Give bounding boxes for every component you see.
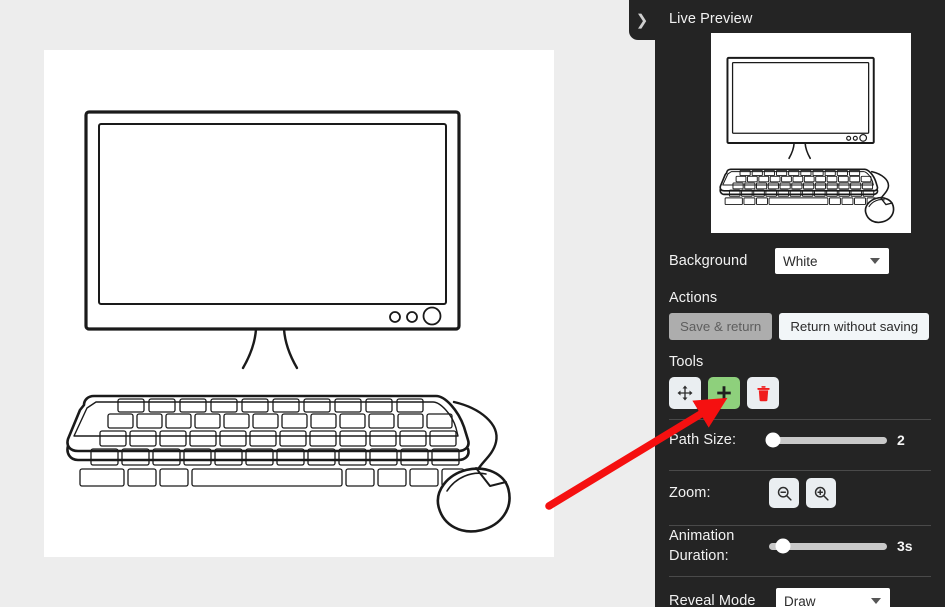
tools-heading: Tools [669,354,704,370]
chevron-right-icon: ❯ [635,12,649,29]
tools-buttons [669,377,931,409]
divider [669,576,931,577]
move-tool-button[interactable] [669,377,701,409]
animation-duration-label-line1: Animation [669,528,735,544]
magnifier-plus-icon [814,486,829,501]
reveal-mode-label: Reveal Mode [669,593,756,607]
zoom-buttons [769,478,836,508]
chevron-down-icon [870,258,880,264]
path-size-slider[interactable] [765,432,887,448]
live-preview-thumbnail [711,33,911,233]
reveal-mode-select-value: Draw [784,593,816,607]
zoom-row: Zoom: [669,471,931,515]
delete-tool-button[interactable] [747,377,779,409]
reveal-mode-row: Reveal Mode Draw [669,588,931,607]
zoom-in-button[interactable] [806,478,836,508]
path-size-label: Path Size: [669,431,737,448]
animation-duration-slider-thumb[interactable] [775,538,791,554]
trash-icon [756,385,770,401]
sidebar-collapse-toggle[interactable]: ❯ [629,0,655,40]
plus-icon [717,386,731,400]
path-size-row: Path Size: 2 [669,420,931,460]
reveal-mode-select[interactable]: Draw [776,588,890,607]
return-without-saving-button[interactable]: Return without saving [779,313,930,340]
move-arrows-icon [677,385,693,401]
path-size-value: 2 [897,432,905,448]
animation-duration-row: Animation Duration: 3s [669,526,931,566]
drawing-canvas[interactable] [44,50,554,557]
animation-duration-value: 3s [897,538,913,554]
background-select-value: White [783,253,818,269]
actions-buttons: Save & return Return without saving [669,313,931,340]
canvas-area [0,0,655,607]
background-row: Background White [669,246,931,276]
settings-sidebar: Live Preview Background White Actions Sa… [655,0,945,607]
panel-title: Live Preview [669,11,753,27]
zoom-out-button[interactable] [769,478,799,508]
background-label: Background [669,253,748,269]
magnifier-minus-icon [777,486,792,501]
animation-duration-label: Animation Duration: [669,526,769,566]
path-size-slider-thumb[interactable] [765,432,781,448]
chevron-down-icon [871,598,881,604]
animation-duration-label-line2: Duration: [669,548,729,564]
background-select[interactable]: White [775,248,889,274]
animation-duration-slider[interactable] [769,538,887,554]
preview-computer-illustration [719,56,895,224]
add-point-tool-button[interactable] [708,377,740,409]
actions-heading: Actions [669,290,718,306]
save-and-return-button[interactable]: Save & return [669,313,773,340]
computer-illustration [66,110,511,533]
zoom-label: Zoom: [669,485,711,501]
